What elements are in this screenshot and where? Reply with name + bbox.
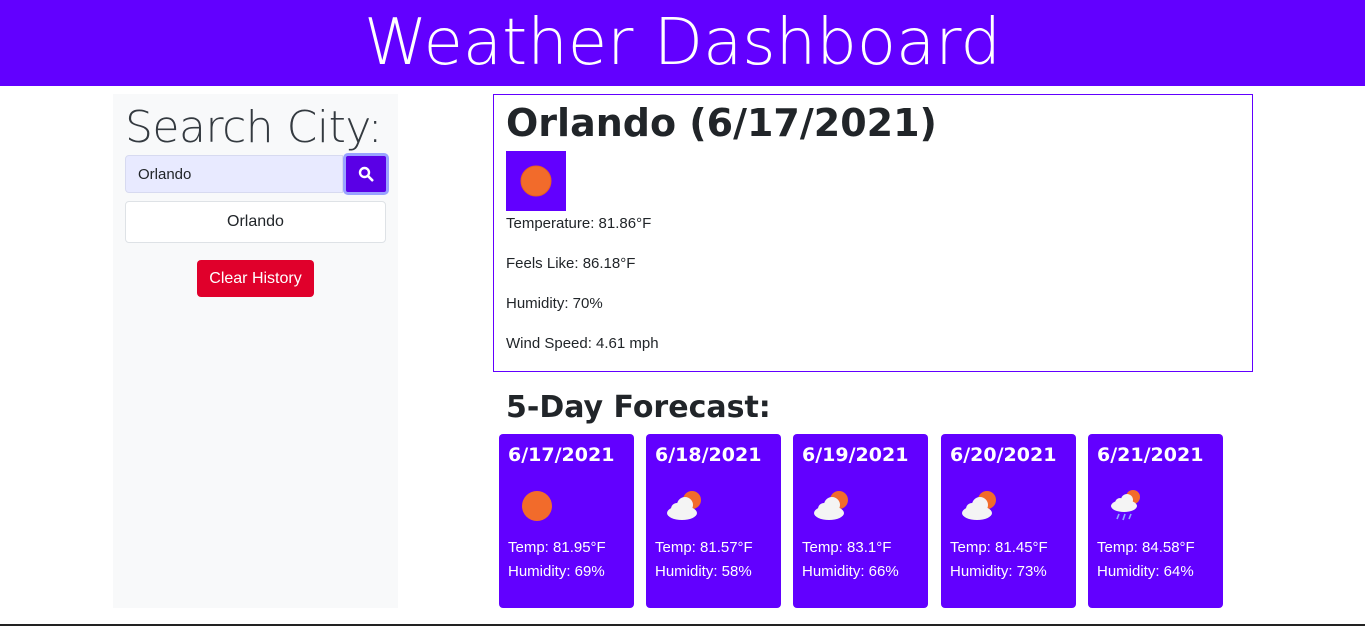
forecast-temp: Temp: 81.57°F [655, 539, 753, 556]
forecast-humidity: Humidity: 58% [655, 563, 752, 580]
header-bar: Weather Dashboard [0, 0, 1365, 86]
search-title: Search City: [125, 102, 383, 153]
current-wind-speed: Wind Speed: 4.61 mph [506, 335, 659, 352]
sun-icon [522, 491, 552, 521]
partly-cloudy-icon [814, 491, 848, 520]
forecast-humidity: Humidity: 64% [1097, 563, 1194, 580]
forecast-card: 6/20/2021 Temp: 81.45°F Humidity: 73% [941, 434, 1076, 608]
search-input[interactable] [125, 155, 343, 193]
current-weather-panel: Orlando (6/17/2021) Temperature: 81.86°F… [493, 94, 1253, 372]
current-city-heading: Orlando (6/17/2021) [506, 101, 937, 145]
current-feels-like: Feels Like: 86.18°F [506, 255, 636, 272]
forecast-card: 6/19/2021 Temp: 83.1°F Humidity: 66% [793, 434, 928, 608]
rain-icon [1111, 490, 1140, 521]
forecast-temp: Temp: 81.95°F [508, 539, 606, 556]
forecast-card: 6/17/2021 Temp: 81.95°F Humidity: 69% [499, 434, 634, 608]
sun-icon [520, 165, 552, 197]
current-temperature: Temperature: 81.86°F [506, 215, 652, 232]
forecast-date: 6/21/2021 [1097, 444, 1204, 466]
search-icon [358, 166, 374, 182]
history-item-orlando[interactable]: Orlando [125, 201, 386, 243]
partly-cloudy-icon [962, 491, 996, 520]
partly-cloudy-icon [667, 491, 701, 520]
search-button[interactable] [343, 153, 389, 195]
forecast-date: 6/17/2021 [508, 444, 615, 466]
forecast-humidity: Humidity: 73% [950, 563, 1047, 580]
forecast-date: 6/18/2021 [655, 444, 762, 466]
forecast-title: 5-Day Forecast: [506, 390, 771, 425]
forecast-temp: Temp: 81.45°F [950, 539, 1048, 556]
search-row [125, 153, 389, 195]
forecast-card: 6/21/2021 Temp: 84.58°F Humidity: 64% [1088, 434, 1223, 608]
forecast-temp: Temp: 83.1°F [802, 539, 892, 556]
current-humidity: Humidity: 70% [506, 295, 603, 312]
search-sidebar: Search City: Orlando Clear History [113, 94, 398, 608]
page-title: Weather Dashboard [363, 6, 1002, 80]
forecast-date: 6/20/2021 [950, 444, 1057, 466]
forecast-date: 6/19/2021 [802, 444, 909, 466]
forecast-temp: Temp: 84.58°F [1097, 539, 1195, 556]
forecast-card: 6/18/2021 Temp: 81.57°F Humidity: 58% [646, 434, 781, 608]
clear-history-button[interactable]: Clear History [197, 260, 314, 297]
forecast-humidity: Humidity: 66% [802, 563, 899, 580]
current-weather-icon-box [506, 151, 566, 211]
forecast-humidity: Humidity: 69% [508, 563, 605, 580]
